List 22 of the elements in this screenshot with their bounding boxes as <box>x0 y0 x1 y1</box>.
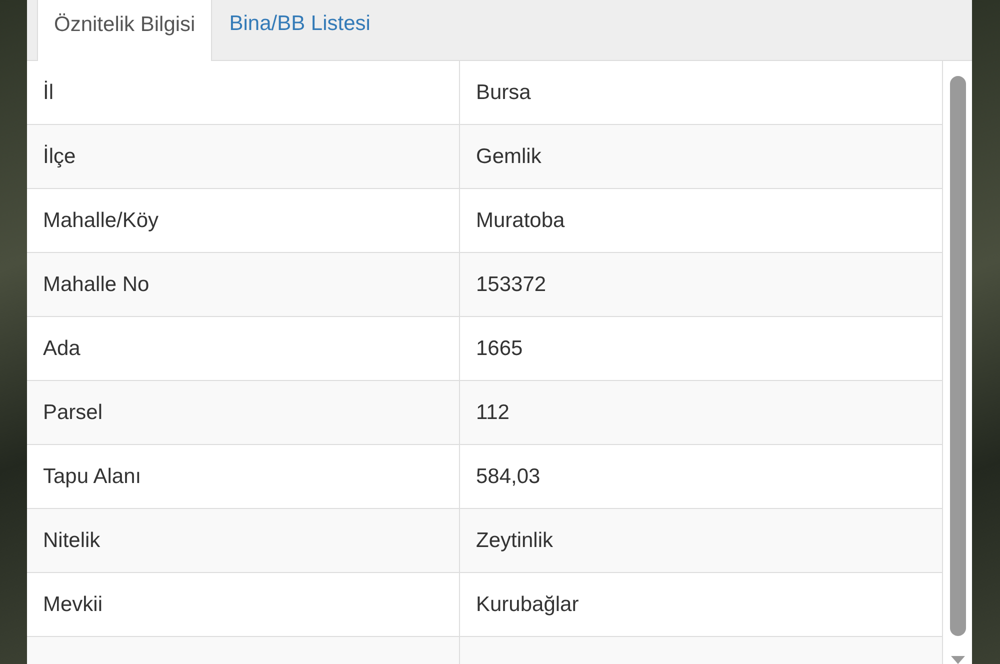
table-cell-text: Ada <box>42 336 82 362</box>
table-cell-text: Gemlik <box>475 144 542 170</box>
table-cell-text: Tapu Alanı <box>42 464 142 490</box>
table-cell-text: İlçe <box>42 144 77 170</box>
table-cell-text: Mahalle/Köy <box>42 208 160 234</box>
table-cell-text: İl <box>42 80 54 106</box>
down-arrow-icon[interactable] <box>951 656 965 664</box>
table-cell-text: Zeytinlik <box>475 528 554 554</box>
table-cell-text: 112 <box>475 400 510 426</box>
table-cell-text: Bursa <box>475 80 532 106</box>
tab[interactable]: Öznitelik Bilgisi <box>37 0 212 61</box>
table-cell-text: Mevkii <box>42 592 104 618</box>
table-cell-text: 153372 <box>475 272 548 298</box>
table-cell-text: Muratoba <box>475 208 566 234</box>
table-cell-text: Mahalle No <box>42 272 150 298</box>
table-cell-text: Kurubağlar <box>475 592 580 618</box>
tab[interactable]: Bina/BB Listesi <box>212 0 388 60</box>
table-cell-text: 1665 <box>475 336 524 362</box>
table-cell-text: Parsel <box>42 400 104 426</box>
table-cell-text: 584,03 <box>475 464 542 490</box>
scrollbar-thumb[interactable] <box>950 76 966 636</box>
table-cell-text: Nitelik <box>42 528 102 554</box>
